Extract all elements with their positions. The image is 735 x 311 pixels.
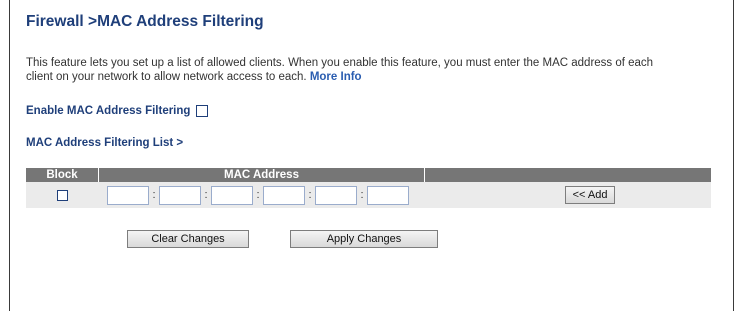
block-cell: [26, 189, 99, 201]
clear-changes-button[interactable]: Clear Changes: [127, 230, 249, 248]
block-checkbox[interactable]: [57, 189, 68, 201]
page-title: Firewall >MAC Address Filtering: [26, 13, 264, 30]
mac-separator: :: [308, 189, 312, 201]
mac-octet-2-input[interactable]: [159, 185, 201, 205]
add-cell: << Add: [425, 186, 711, 204]
column-header-block: Block: [26, 168, 99, 182]
mac-octet-6-input[interactable]: [367, 185, 409, 205]
mac-octet-3-input[interactable]: [211, 185, 253, 205]
column-header-mac-address: MAC Address: [99, 168, 425, 182]
content-frame: [9, 0, 734, 311]
page-description: This feature lets you set up a list of a…: [26, 57, 666, 84]
mac-filter-table: Block MAC Address : : : : : << Add: [26, 168, 711, 208]
more-info-link[interactable]: More Info: [310, 71, 362, 83]
enable-filter-checkbox[interactable]: [196, 105, 209, 117]
apply-changes-button[interactable]: Apply Changes: [290, 230, 438, 248]
table-row: : : : : : << Add: [26, 182, 711, 208]
mac-separator: :: [204, 189, 208, 201]
mac-address-cell: : : : : :: [99, 185, 425, 205]
filter-list-title: MAC Address Filtering List >: [26, 137, 184, 149]
mac-separator: :: [152, 189, 156, 201]
mac-octet-1-input[interactable]: [107, 185, 149, 205]
mac-separator: :: [256, 189, 260, 201]
mac-separator: :: [360, 189, 364, 201]
table-header: Block MAC Address: [26, 168, 711, 182]
enable-filter-row: Enable MAC Address Filtering: [26, 105, 209, 117]
enable-filter-label: Enable MAC Address Filtering: [26, 105, 191, 117]
column-header-action: [425, 168, 711, 182]
mac-octet-4-input[interactable]: [263, 185, 305, 205]
add-button[interactable]: << Add: [565, 186, 615, 204]
mac-octet-5-input[interactable]: [315, 185, 357, 205]
